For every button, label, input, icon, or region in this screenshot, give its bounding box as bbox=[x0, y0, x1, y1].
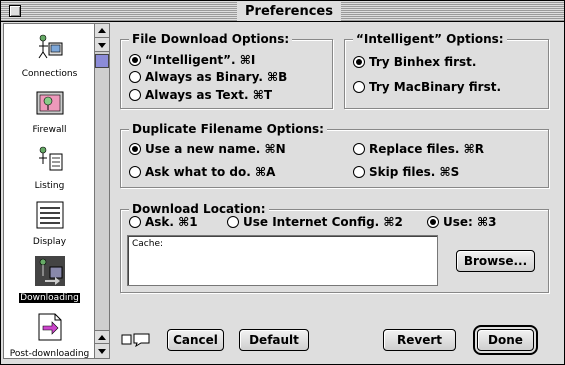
category-list: Connections Firewall Listing Display Dow… bbox=[3, 23, 94, 359]
sidebar-scrollbar[interactable] bbox=[94, 23, 110, 359]
browse-button[interactable]: Browse... bbox=[456, 250, 535, 272]
window-title: Preferences bbox=[237, 2, 341, 21]
sidebar-item-display[interactable]: Display bbox=[4, 194, 95, 250]
radio-button[interactable] bbox=[353, 56, 365, 68]
radio-label: Always as Text. ⌘T bbox=[145, 88, 273, 102]
scroll-up-button-bottom[interactable] bbox=[95, 330, 109, 344]
close-box[interactable] bbox=[9, 5, 21, 17]
group-title: “Intelligent” Options: bbox=[353, 31, 507, 47]
radio-button[interactable] bbox=[353, 81, 365, 93]
done-button[interactable]: Done bbox=[473, 325, 538, 355]
sidebar-item-label: Downloading bbox=[19, 293, 80, 303]
radio-label: Use: ⌘3 bbox=[443, 215, 497, 229]
group-title: File Download Options: bbox=[129, 31, 293, 47]
balloon-help-icon[interactable] bbox=[121, 333, 151, 347]
radio-button[interactable] bbox=[129, 166, 141, 178]
radio-button[interactable] bbox=[427, 216, 439, 228]
radio-label: Always as Binary. ⌘B bbox=[145, 70, 288, 84]
cancel-button[interactable]: Cancel bbox=[167, 329, 224, 351]
display-icon bbox=[36, 201, 64, 229]
radio-button[interactable] bbox=[129, 143, 141, 155]
radio-button[interactable] bbox=[129, 216, 141, 228]
up-arrow-icon bbox=[98, 28, 106, 33]
radio-button[interactable] bbox=[227, 216, 239, 228]
download-path-text: Cache: bbox=[132, 239, 164, 249]
sidebar-item-label: Post-downloading bbox=[9, 349, 90, 359]
scroll-thumb[interactable] bbox=[95, 54, 109, 68]
connections-icon bbox=[38, 34, 63, 59]
default-button[interactable]: Default bbox=[239, 329, 309, 351]
listing-icon bbox=[39, 146, 63, 171]
radio-button[interactable] bbox=[353, 166, 365, 178]
file-download-options-group: File Download Options: “Intelligent”. ⌘I… bbox=[120, 31, 333, 109]
sidebar-item-label: Listing bbox=[34, 181, 65, 191]
download-path-field[interactable]: Cache: bbox=[127, 235, 438, 286]
radio-label: Use Internet Config. ⌘2 bbox=[243, 215, 403, 229]
sidebar-item-downloading[interactable]: Downloading bbox=[4, 250, 95, 306]
sidebar-item-firewall[interactable]: Firewall bbox=[4, 82, 95, 138]
down-arrow-icon bbox=[98, 43, 106, 48]
up-arrow-icon bbox=[98, 335, 106, 340]
sidebar-item-label: Firewall bbox=[32, 125, 67, 135]
downloading-icon bbox=[35, 256, 65, 286]
scroll-down-button[interactable] bbox=[95, 38, 109, 52]
radio-button[interactable] bbox=[129, 89, 141, 101]
radio-button[interactable] bbox=[129, 54, 141, 66]
radio-button[interactable] bbox=[129, 71, 141, 83]
radio-label: Use a new name. ⌘N bbox=[145, 142, 286, 156]
sidebar-item-post-downloading[interactable]: Post-downloading bbox=[4, 306, 95, 362]
preferences-window: Preferences Connections Firewall Listing… bbox=[0, 0, 565, 365]
radio-label: Ask what to do. ⌘A bbox=[145, 165, 276, 179]
scroll-up-button[interactable] bbox=[95, 24, 109, 38]
radio-label: Ask. ⌘1 bbox=[145, 215, 198, 229]
sidebar-item-label: Display bbox=[32, 237, 67, 247]
radio-label: Try MacBinary first. bbox=[369, 80, 502, 94]
sidebar-item-label: Connections bbox=[21, 69, 78, 79]
radio-label: Replace files. ⌘R bbox=[369, 142, 485, 156]
revert-button[interactable]: Revert bbox=[383, 329, 456, 351]
radio-button[interactable] bbox=[353, 143, 365, 155]
radio-label: “Intelligent”. ⌘I bbox=[145, 53, 256, 67]
down-arrow-icon bbox=[98, 349, 106, 354]
title-bar[interactable]: Preferences bbox=[1, 1, 564, 22]
duplicate-filename-options-group: Duplicate Filename Options: Use a new na… bbox=[120, 121, 549, 188]
download-location-group: Download Location: Ask. ⌘1 Use Internet … bbox=[120, 201, 549, 293]
sidebar-item-listing[interactable]: Listing bbox=[4, 138, 95, 194]
radio-label: Skip files. ⌘S bbox=[369, 165, 460, 179]
firewall-icon bbox=[36, 91, 64, 115]
sidebar-item-connections[interactable]: Connections bbox=[4, 26, 95, 82]
post-downloading-icon bbox=[38, 313, 62, 341]
group-title: Duplicate Filename Options: bbox=[129, 121, 327, 137]
scroll-down-button-bottom[interactable] bbox=[95, 344, 109, 358]
radio-label: Try Binhex first. bbox=[369, 55, 477, 69]
intelligent-options-group: “Intelligent” Options: Try Binhex first.… bbox=[344, 31, 549, 109]
